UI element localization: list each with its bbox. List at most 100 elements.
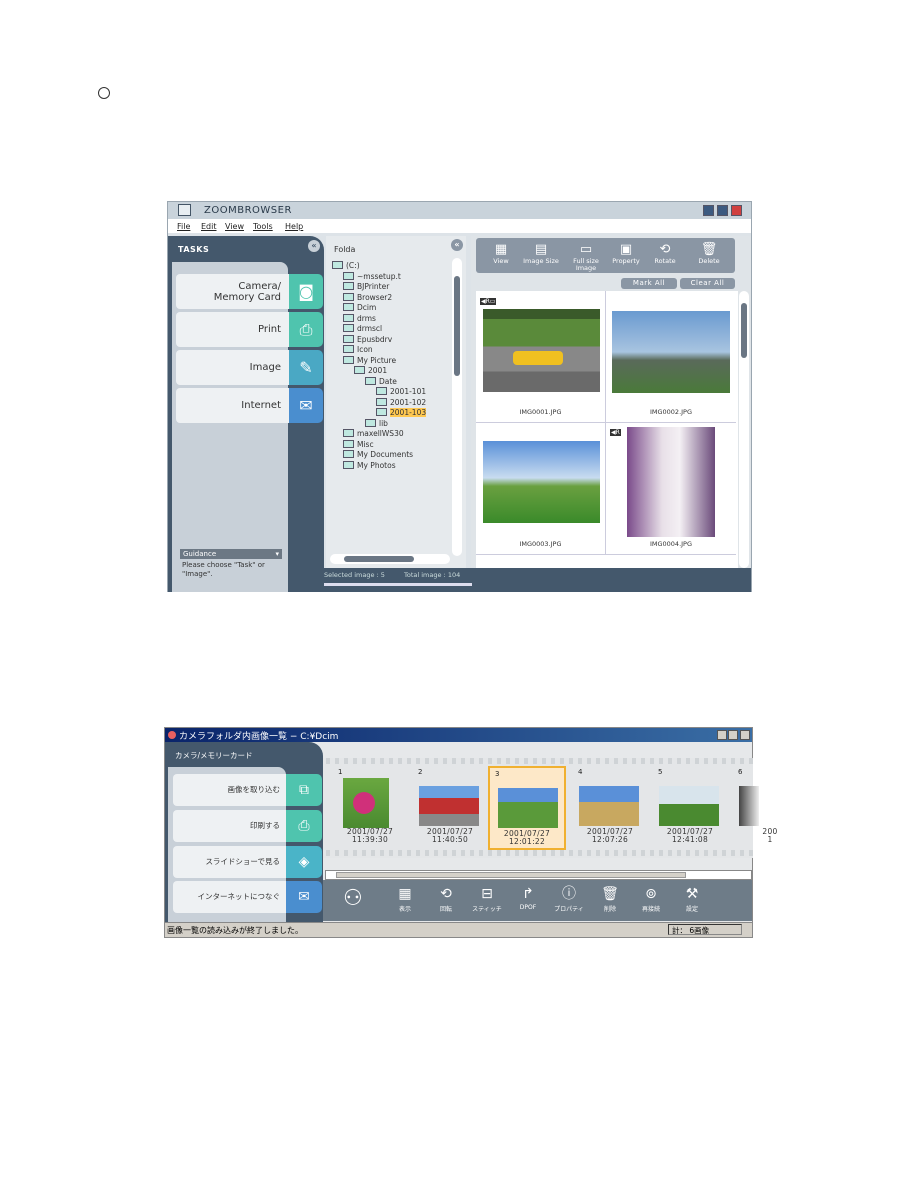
reconnect-button[interactable]: ⊚ 再接続 bbox=[631, 884, 671, 913]
guidance-text: Please choose "Task" or "Image". bbox=[182, 561, 265, 578]
close-button[interactable] bbox=[731, 205, 742, 216]
minimize-button[interactable] bbox=[717, 730, 727, 740]
display-button[interactable]: ▦ 表示 bbox=[385, 884, 425, 913]
maximize-button[interactable] bbox=[717, 205, 728, 216]
menu-edit[interactable]: Edit bbox=[201, 222, 217, 231]
dpof-button[interactable]: ↱ DPOF bbox=[508, 884, 548, 911]
tree-folder[interactable]: drmscl bbox=[343, 324, 382, 333]
task-image[interactable]: Image bbox=[176, 350, 289, 385]
mark-all-button[interactable]: Mark All bbox=[621, 278, 677, 289]
scroll-thumb[interactable] bbox=[344, 556, 414, 562]
tree-folder[interactable]: drms bbox=[343, 314, 376, 323]
image-size-button[interactable]: ▤ Image Size bbox=[521, 242, 561, 265]
folder-label: Date bbox=[379, 376, 397, 386]
stitch-button[interactable]: ⊟ スティッチ bbox=[467, 884, 507, 913]
task-print[interactable]: 印刷する bbox=[173, 810, 286, 842]
menu-help[interactable]: Help bbox=[285, 222, 303, 231]
collapse-icon[interactable]: « bbox=[308, 240, 320, 252]
collapse-icon[interactable]: « bbox=[451, 239, 463, 251]
property-button[interactable]: ▣ Property bbox=[606, 242, 646, 265]
globe-mail-icon[interactable]: ✉ bbox=[289, 388, 323, 423]
jp-browser-window: カメラフォルダ内画像一覧 − C:¥Dcim カメラ/メモリーカード 画像を取り… bbox=[164, 727, 777, 938]
scroll-thumb[interactable] bbox=[741, 303, 747, 358]
thumbnail[interactable]: IMG0003.JPG bbox=[476, 423, 606, 555]
scroll-thumb[interactable] bbox=[336, 872, 686, 878]
tree-folder[interactable]: Icon bbox=[343, 345, 373, 354]
film-thumbnail[interactable]: 3 2001/07/27 12:01:22 bbox=[488, 766, 566, 850]
folder-header: Folda bbox=[334, 245, 356, 254]
print-icon[interactable]: ⎙ bbox=[289, 312, 323, 347]
delete-button[interactable]: 🗑 Delete bbox=[689, 242, 729, 265]
tree-folder[interactable]: My Picture bbox=[343, 356, 396, 365]
tree-folder[interactable]: Browser2 bbox=[343, 293, 392, 302]
menu-file[interactable]: File bbox=[177, 222, 190, 231]
view-button[interactable]: ▦ View bbox=[481, 242, 521, 265]
toolbar: ⚇ ▦ 表示 ⟲ 回転 ⊟ スティッチ ↱ DPOF ⓘ プロパティ 🗑 削除 ⊚ 再接続 ⚒ 設定 bbox=[323, 880, 752, 921]
maximize-button[interactable] bbox=[728, 730, 738, 740]
tree-folder[interactable]: 2001-101 bbox=[376, 387, 426, 396]
full-size-button[interactable]: ▭ Full size Image bbox=[566, 242, 606, 272]
thumbnail[interactable]: ◀R IMG0004.JPG bbox=[606, 423, 736, 555]
image-edit-icon[interactable]: ✎ bbox=[289, 350, 323, 385]
film-thumbnail[interactable]: 1 2001/07/27 11:39:30 bbox=[333, 766, 413, 850]
tree-folder[interactable]: Dcim bbox=[343, 303, 376, 312]
horizontal-scrollbar[interactable] bbox=[330, 554, 450, 564]
thumbnail[interactable]: IMG0002.JPG bbox=[606, 291, 736, 423]
rotate-button[interactable]: ⟲ 回転 bbox=[426, 884, 466, 913]
tasks-panel: カメラ/メモリーカード 画像を取り込む ⧉ 印刷する ⎙ スライドショーで見る … bbox=[165, 742, 323, 922]
tree-folder[interactable]: BJPrinter bbox=[343, 282, 389, 291]
tree-folder[interactable]: Misc bbox=[343, 440, 374, 449]
task-camera[interactable]: Camera/ Memory Card bbox=[176, 274, 289, 309]
vertical-scrollbar[interactable] bbox=[452, 258, 462, 556]
tree-folder[interactable]: 2001-102 bbox=[376, 398, 426, 407]
tree-folder[interactable]: (C:) bbox=[332, 261, 360, 270]
task-internet[interactable]: インターネットにつなぐ bbox=[173, 881, 286, 913]
import-icon[interactable]: ⧉ bbox=[286, 774, 322, 806]
tree-folder[interactable]: 2001 bbox=[354, 366, 387, 375]
photo bbox=[627, 427, 715, 537]
film-thumbnail[interactable]: 5 2001/07/27 12:41:08 bbox=[653, 766, 733, 850]
scroll-thumb[interactable] bbox=[454, 276, 460, 376]
rotate-button[interactable]: ⟲ Rotate bbox=[645, 242, 685, 265]
close-button[interactable] bbox=[740, 730, 750, 740]
horizontal-scrollbar[interactable] bbox=[325, 870, 752, 880]
film-thumbnail[interactable]: 6 200 1 bbox=[733, 766, 813, 850]
task-print[interactable]: Print bbox=[176, 312, 289, 347]
settings-button[interactable]: ⚒ 設定 bbox=[672, 884, 712, 913]
film-thumbnail[interactable]: 2 2001/07/27 11:40:50 bbox=[413, 766, 493, 850]
folder-label: maxellWS30 bbox=[357, 429, 404, 438]
tree-folder[interactable]: ~mssetup.t bbox=[343, 272, 401, 281]
tree-folder[interactable]: maxellWS30 bbox=[343, 429, 404, 438]
tree-folder[interactable]: Date bbox=[365, 377, 397, 386]
delete-button[interactable]: 🗑 削除 bbox=[590, 884, 630, 913]
property-button[interactable]: ⓘ プロパティ bbox=[549, 884, 589, 913]
thumbnail[interactable]: ◀R▭ IMG0001.JPG bbox=[476, 291, 606, 423]
guidance-dropdown[interactable]: Guidance ▾ bbox=[180, 549, 282, 559]
folder-label: Epusbdrv bbox=[357, 334, 393, 344]
globe-mail-icon[interactable]: ✉ bbox=[286, 881, 322, 913]
tree-folder[interactable]: 2001-103 bbox=[376, 408, 427, 417]
vertical-scrollbar[interactable] bbox=[739, 291, 749, 568]
menu-view[interactable]: View bbox=[225, 222, 244, 231]
tree-folder[interactable]: My Documents bbox=[343, 450, 413, 459]
thumb-number: 2 bbox=[418, 768, 423, 776]
thumb-date: 2001/07/27 12:01:22 bbox=[503, 829, 551, 846]
photo bbox=[498, 788, 558, 828]
print-icon[interactable]: ⎙ bbox=[286, 810, 322, 842]
camera-icon[interactable]: ◙ bbox=[289, 274, 323, 309]
task-internet[interactable]: Internet bbox=[176, 388, 289, 423]
tree-folder[interactable]: My Photos bbox=[343, 461, 396, 470]
minimize-button[interactable] bbox=[703, 205, 714, 216]
camera-connect-icon[interactable]: ⚇ bbox=[343, 886, 363, 911]
film-thumbnail[interactable]: 4 2001/07/27 12:07:26 bbox=[573, 766, 653, 850]
clear-all-button[interactable]: Clear All bbox=[680, 278, 735, 289]
menu-tools[interactable]: Tools bbox=[253, 222, 273, 231]
task-import[interactable]: 画像を取り込む bbox=[173, 774, 286, 806]
tree-folder[interactable]: lib bbox=[365, 419, 388, 428]
property-icon: ▣ bbox=[619, 242, 633, 257]
folder-label: drmscl bbox=[357, 324, 383, 333]
slideshow-icon[interactable]: ◈ bbox=[286, 846, 322, 878]
task-slideshow[interactable]: スライドショーで見る bbox=[173, 846, 286, 878]
folder-label: My Documents bbox=[357, 450, 414, 459]
tree-folder[interactable]: Epusbdrv bbox=[343, 335, 392, 344]
